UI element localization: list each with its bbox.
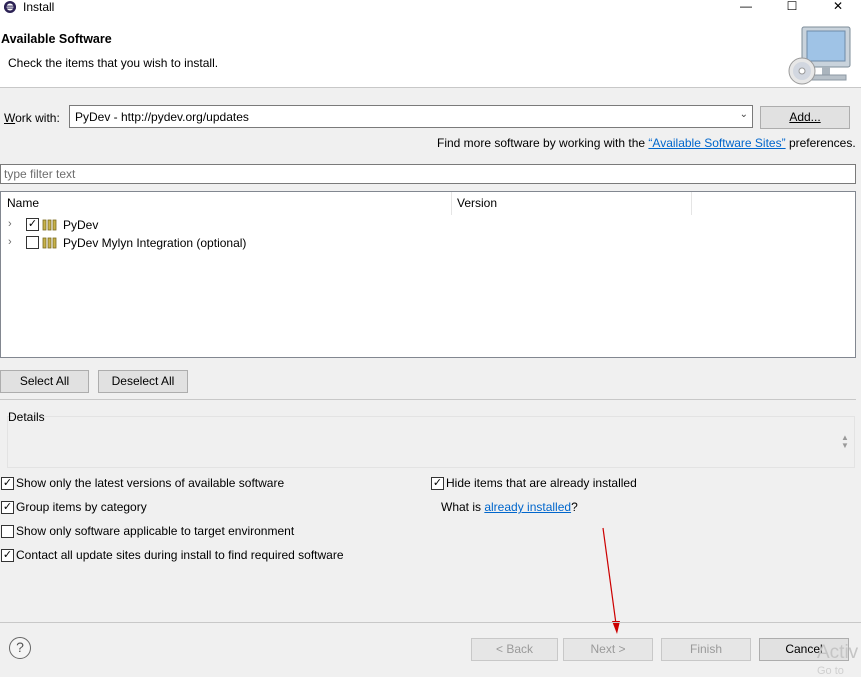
work-with-value: PyDev - http://pydev.org/updates — [75, 110, 249, 124]
tree-row-label: PyDev — [63, 218, 99, 232]
monitor-cd-icon — [786, 25, 860, 87]
page-description: Check the items that you wish to install… — [8, 56, 219, 70]
select-all-button[interactable]: Select All — [0, 370, 89, 393]
checkbox-contact-sites[interactable]: ✓ — [1, 549, 14, 562]
next-button[interactable]: Next > — [563, 638, 653, 661]
tree-row-pydev[interactable]: › ✓ PyDev — [1, 216, 855, 234]
filter-input[interactable] — [0, 164, 856, 184]
checkbox-show-latest[interactable]: ✓ — [1, 477, 14, 490]
minimize-button[interactable]: — — [723, 0, 769, 14]
checkbox-applicable-only[interactable] — [1, 525, 14, 538]
checkbox-group-by-category[interactable]: ✓ — [1, 501, 14, 514]
available-sites-link[interactable]: “Available Software Sites” — [648, 136, 785, 150]
details-scrollbar[interactable]: ▲ ▼ — [840, 434, 850, 450]
option-label: Hide items that are already installed — [446, 476, 637, 490]
option-label: Show only the latest versions of availab… — [16, 476, 285, 490]
details-panel — [7, 416, 855, 468]
header-banner: Available Software Check the items that … — [0, 14, 861, 88]
column-separator[interactable] — [451, 192, 452, 215]
column-header-version[interactable]: Version — [457, 196, 497, 210]
column-separator[interactable] — [691, 192, 692, 215]
maximize-icon: ☐ — [786, 0, 798, 13]
column-header-name[interactable]: Name — [7, 196, 39, 210]
tree-row-label: PyDev Mylyn Integration (optional) — [63, 236, 247, 250]
work-with-label: Work with: — [4, 111, 60, 125]
details-label: Details — [8, 410, 45, 424]
help-icon[interactable]: ? — [9, 637, 31, 659]
close-icon: ✕ — [832, 0, 844, 13]
what-is-installed-text: What is already installed? — [441, 500, 578, 514]
option-label: Group items by category — [16, 500, 147, 514]
tree-row-pydev-mylyn[interactable]: › PyDev Mylyn Integration (optional) — [1, 234, 855, 252]
eclipse-icon — [3, 0, 17, 14]
finish-button[interactable]: Finish — [661, 638, 751, 661]
add-button[interactable]: Add... — [760, 106, 850, 129]
divider — [0, 399, 856, 400]
chevron-right-icon[interactable]: › — [8, 236, 12, 248]
activation-watermark-sub: Go to — [817, 665, 844, 677]
checkbox-hide-installed[interactable]: ✓ — [431, 477, 444, 490]
checkbox-pydev[interactable]: ✓ — [26, 218, 39, 231]
software-tree[interactable]: Name Version › ✓ PyDev › PyDev Mylyn Int… — [0, 191, 856, 358]
already-installed-link[interactable]: already installed — [484, 500, 571, 514]
chevron-right-icon[interactable]: › — [8, 218, 12, 230]
chevron-down-icon[interactable]: ⌄ — [740, 109, 748, 120]
option-label: Show only software applicable to target … — [16, 524, 295, 538]
close-button[interactable]: ✕ — [815, 0, 861, 14]
find-more-text: Find more software by working with the “… — [437, 136, 856, 150]
work-with-combo[interactable]: PyDev - http://pydev.org/updates ⌄ — [69, 105, 753, 128]
activation-watermark: Activ — [817, 642, 859, 663]
plugin-package-icon — [42, 237, 58, 249]
page-title: Available Software — [1, 32, 112, 46]
divider — [0, 622, 861, 623]
back-button[interactable]: < Back — [471, 638, 558, 661]
minimize-icon: — — [740, 0, 752, 13]
checkbox-pydev-mylyn[interactable] — [26, 236, 39, 249]
option-label: Contact all update sites during install … — [16, 548, 344, 562]
window-title: Install — [23, 0, 55, 14]
plugin-package-icon — [42, 219, 58, 231]
maximize-button[interactable]: ☐ — [769, 0, 815, 14]
deselect-all-button[interactable]: Deselect All — [98, 370, 188, 393]
